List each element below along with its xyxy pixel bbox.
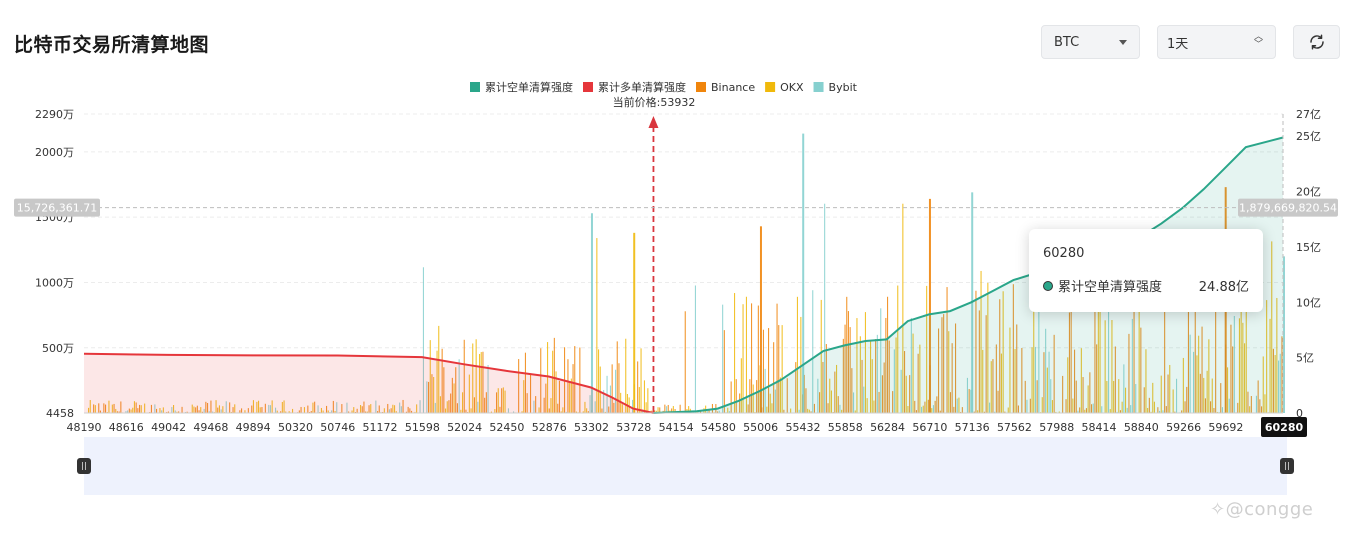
x-tick-label: 53302 bbox=[574, 421, 609, 434]
zoom-handle-right[interactable] bbox=[1280, 458, 1294, 474]
x-tick-label: 48190 bbox=[67, 421, 102, 434]
tooltip-series-name: 累计空单清算强度 bbox=[1058, 280, 1163, 295]
y-right-tick-label: 27亿 bbox=[1296, 108, 1321, 121]
y-right-tick-label: 5亿 bbox=[1296, 352, 1314, 365]
liquidation-bar bbox=[694, 285, 696, 413]
x-tick-label: 49468 bbox=[193, 421, 228, 434]
crosshair-left-label: 15,726,361.71 bbox=[17, 202, 97, 215]
legend-swatch bbox=[813, 82, 824, 92]
x-tick-label: 57988 bbox=[1039, 421, 1074, 434]
y-left-tick-label: 1000万 bbox=[35, 276, 74, 289]
y-right-tick-label: 15亿 bbox=[1296, 241, 1321, 254]
x-tick-label: 58840 bbox=[1124, 421, 1159, 434]
legend-swatch bbox=[583, 82, 593, 92]
tooltip-x-value: 60280 bbox=[1043, 246, 1085, 261]
liquidation-bar bbox=[596, 238, 598, 413]
x-tick-label: 51172 bbox=[363, 421, 398, 434]
liquidation-bar bbox=[625, 338, 627, 413]
y-left-tick-label: 500万 bbox=[42, 342, 74, 355]
x-tick-label: 55006 bbox=[743, 421, 778, 434]
x-tick-label: 52450 bbox=[489, 421, 524, 434]
legend-item: Binance bbox=[711, 81, 755, 94]
x-tick-label: 51598 bbox=[405, 421, 440, 434]
x-tick-label: 50746 bbox=[320, 421, 355, 434]
zoom-slider[interactable] bbox=[77, 437, 1294, 495]
x-tick-label: 49042 bbox=[151, 421, 186, 434]
y-left-tick-label: 2000万 bbox=[35, 146, 74, 159]
liquidation-bar bbox=[647, 388, 649, 413]
legend-item: Bybit bbox=[829, 81, 858, 94]
x-tick-label: 57562 bbox=[997, 421, 1032, 434]
liquidation-bar bbox=[723, 330, 725, 413]
liquidation-bar bbox=[742, 304, 744, 413]
x-tick-label: 53728 bbox=[616, 421, 651, 434]
liquidation-bar bbox=[745, 296, 747, 413]
chart-tooltip: 60280 累计空单清算强度 24.88亿 bbox=[1029, 229, 1263, 312]
legend-swatch bbox=[696, 82, 706, 92]
liquidation-bar bbox=[684, 311, 686, 413]
y-left-tick-label: 4458 bbox=[46, 407, 74, 420]
legend-swatch bbox=[470, 82, 480, 92]
x-tick-label: 50320 bbox=[278, 421, 313, 434]
current-price-label: 当前价格:53932 bbox=[613, 95, 696, 109]
series-dot-icon bbox=[1043, 280, 1053, 291]
current-price-arrow-icon bbox=[648, 116, 659, 128]
y-right-tick-label: 20亿 bbox=[1296, 186, 1321, 199]
x-tick-label: 57136 bbox=[955, 421, 990, 434]
crosshair-right-label: 1,879,669,820.54 bbox=[1239, 202, 1337, 215]
zoom-handle-left[interactable] bbox=[77, 458, 91, 474]
liquidation-bar bbox=[643, 380, 645, 413]
liquidation-bar bbox=[640, 348, 642, 413]
crosshair-x-label: 60280 bbox=[1265, 421, 1304, 434]
y-right-tick-label: 25亿 bbox=[1296, 130, 1321, 143]
y-right-tick-label: 10亿 bbox=[1296, 296, 1321, 309]
legend-swatch bbox=[765, 82, 776, 92]
x-tick-label: 59692 bbox=[1208, 421, 1243, 434]
x-tick-label: 52024 bbox=[447, 421, 482, 434]
x-tick-label: 49894 bbox=[236, 421, 271, 434]
tooltip-series-value: 24.88亿 bbox=[1198, 280, 1249, 295]
liquidation-bar bbox=[734, 293, 736, 413]
legend-item: 累计空单清算强度 bbox=[485, 80, 573, 94]
tooltip-row: 累计空单清算强度 24.88亿 bbox=[1043, 276, 1249, 295]
x-tick-label: 58414 bbox=[1082, 421, 1117, 434]
liquidation-bar-peak bbox=[633, 232, 636, 413]
liquidation-bar bbox=[722, 304, 724, 413]
x-tick-label: 52876 bbox=[532, 421, 567, 434]
x-tick-label: 48616 bbox=[109, 421, 144, 434]
x-tick-label: 54154 bbox=[659, 421, 694, 434]
watermark: ✧@congge bbox=[1210, 499, 1314, 520]
x-tick-label: 55432 bbox=[785, 421, 820, 434]
liquidation-bar bbox=[637, 361, 639, 413]
x-tick-label: 56284 bbox=[870, 421, 905, 434]
x-tick-label: 56710 bbox=[912, 421, 947, 434]
x-tick-label: 54580 bbox=[701, 421, 736, 434]
y-left-tick-label: 2290万 bbox=[35, 108, 74, 121]
x-tick-label: 55858 bbox=[828, 421, 863, 434]
chart-legend[interactable]: 累计空单清算强度 累计多单清算强度 Binance OKX Bybit 当前价格:5393… bbox=[470, 80, 858, 109]
zoom-range[interactable] bbox=[84, 437, 1287, 495]
liquidation-bar-peak bbox=[759, 226, 762, 413]
liquidation-bar-peak bbox=[590, 213, 593, 413]
x-tick-label: 59266 bbox=[1166, 421, 1201, 434]
legend-item: OKX bbox=[780, 81, 804, 94]
legend-item: 累计多单清算强度 bbox=[598, 80, 686, 94]
